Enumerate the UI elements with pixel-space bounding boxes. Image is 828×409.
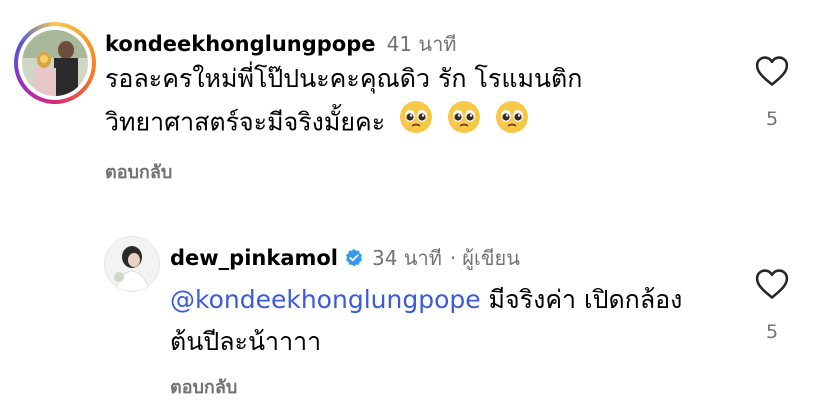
reply-button[interactable]: ตอบกลับ	[105, 157, 172, 186]
comment-text-line-1: @kondeekhonglungpope มีจริงค่า เปิดกล้อง	[170, 279, 682, 321]
comment-text-line-1-text: มีจริงค่า เปิดกล้อง	[480, 285, 683, 314]
heart-icon[interactable]	[755, 268, 789, 304]
comment-time: 34 นาที	[372, 246, 442, 270]
reply-button[interactable]: ตอบกลับ	[170, 372, 237, 401]
comment-header: dew_pinkamol 34 นาที · ผู้เขียน	[170, 242, 520, 274]
comment-text-line-2: ต้นปีละน้าาาา	[170, 327, 322, 356]
comment-header: kondeekhonglungpope 41 นาที	[105, 28, 457, 60]
avatar-photo-image	[22, 30, 88, 96]
comment-username[interactable]: dew_pinkamol	[170, 246, 338, 270]
like-count[interactable]: 5	[757, 108, 787, 130]
avatar[interactable]	[104, 236, 160, 292]
comment-reply: dew_pinkamol 34 นาที · ผู้เขียน @kondeek…	[0, 200, 828, 409]
comment-text: รอละครใหม่พี่โป๊ปนะคะคุณดิว รัก โรแมนติก…	[105, 58, 582, 147]
avatar-story-ring[interactable]	[14, 22, 96, 104]
heart-icon[interactable]	[755, 55, 789, 91]
meta-separator: ·	[449, 246, 457, 270]
avatar	[22, 30, 88, 96]
comment-text-line-2: วิทยาศาสตร์จะมีจริงมั้ยคะ	[105, 100, 582, 147]
pleading-face-icon	[495, 100, 529, 147]
pleading-face-icon	[399, 100, 433, 147]
verified-badge-icon	[344, 248, 364, 268]
mention-link[interactable]: @kondeekhonglungpope	[170, 285, 481, 314]
comment-username[interactable]: kondeekhonglungpope	[105, 32, 376, 56]
comment-time: 41 นาที	[386, 32, 457, 56]
comment-text-line-2-text: วิทยาศาสตร์จะมีจริงมั้ยคะ	[105, 107, 386, 137]
comment-text-line-1: รอละครใหม่พี่โป๊ปนะคะคุณดิว รัก โรแมนติก	[105, 64, 583, 93]
like-count[interactable]: 5	[757, 321, 787, 343]
comment-text: @kondeekhonglungpope มีจริงค่า เปิดกล้อง…	[170, 279, 682, 363]
avatar-photo-image	[105, 237, 159, 291]
pleading-face-icon	[447, 100, 481, 147]
comment-1: kondeekhonglungpope 41 นาที รอละครใหม่พี…	[0, 0, 828, 200]
author-tag: ผู้เขียน	[462, 246, 520, 270]
